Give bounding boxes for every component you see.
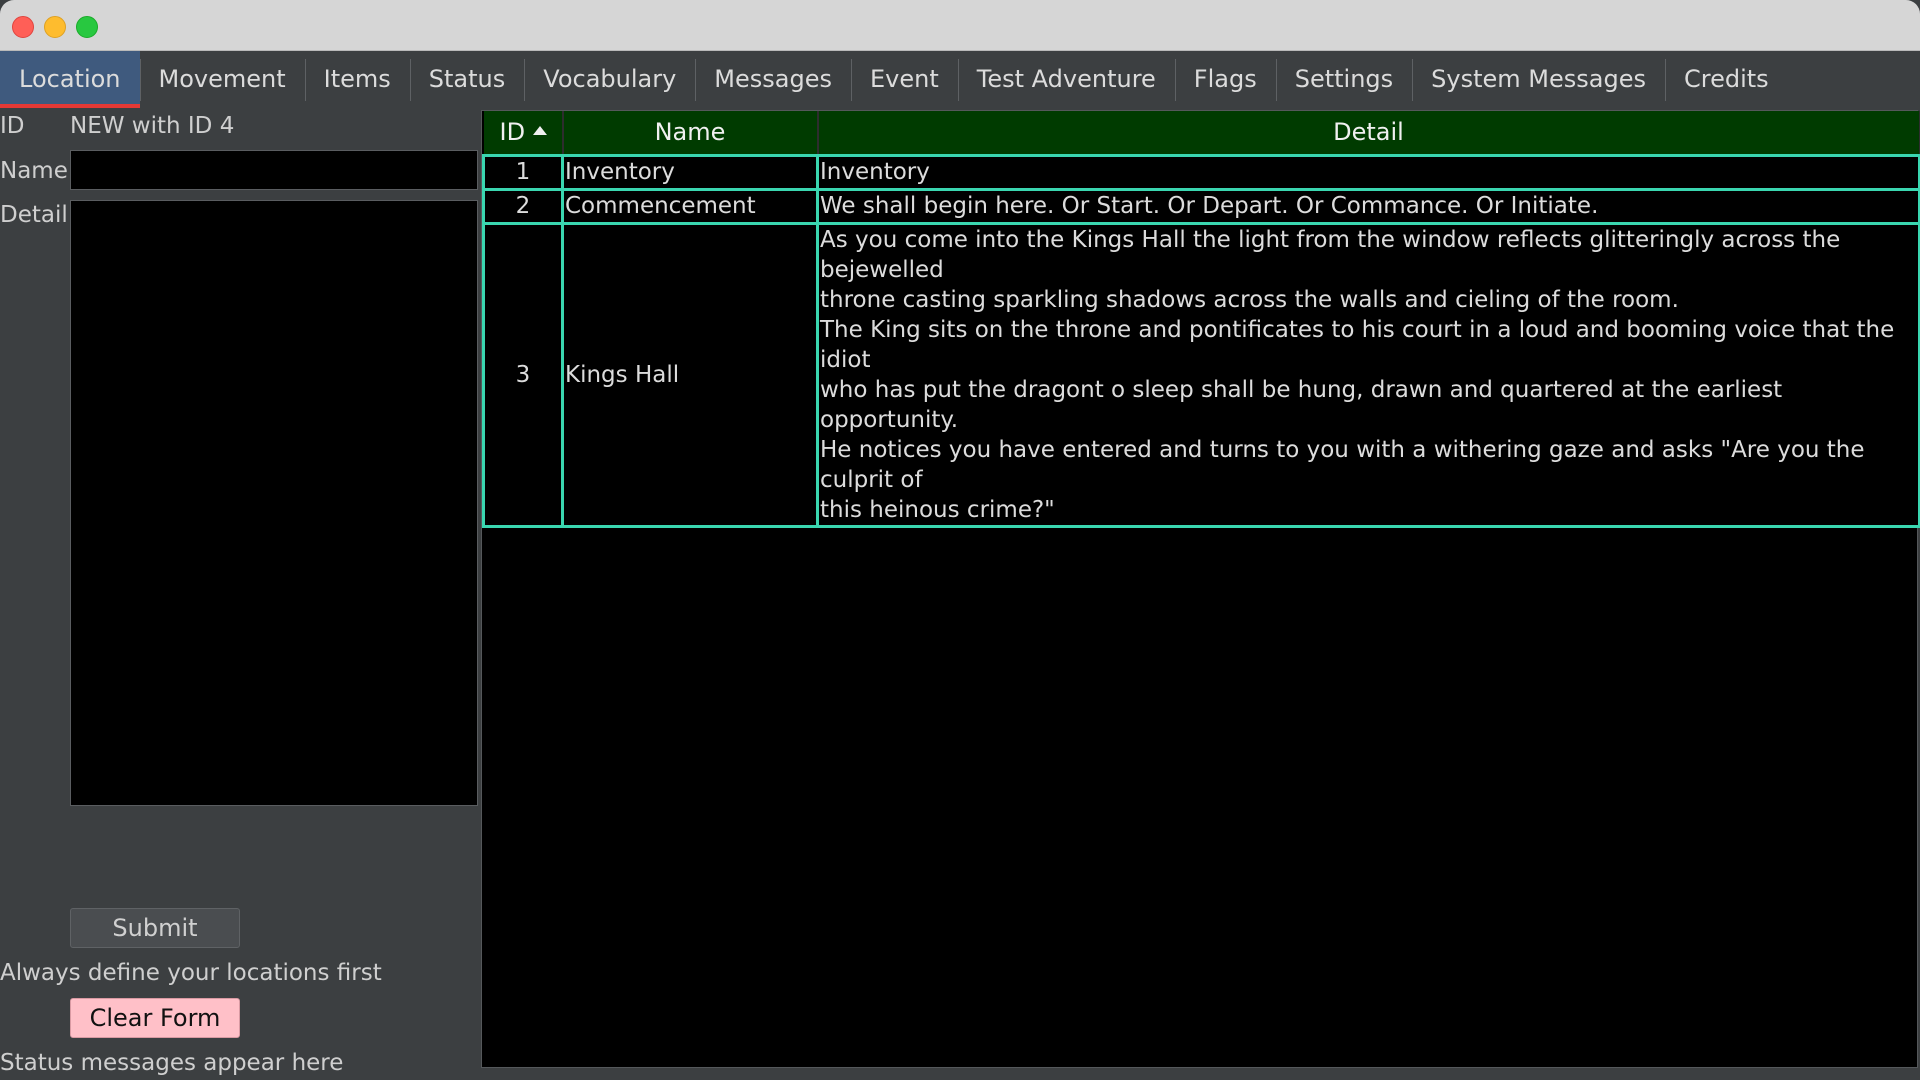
app-window: Location Movement Items Status Vocabular… [0,0,1920,1080]
tab-status[interactable]: Status [410,51,524,108]
tab-messages[interactable]: Messages [695,51,851,108]
close-window-button[interactable] [12,16,34,38]
tab-settings[interactable]: Settings [1276,51,1412,108]
table-header-row: ID Name Detail [484,111,1920,155]
title-bar [0,0,1920,51]
cell-detail: Inventory [818,155,1920,189]
id-label: ID [0,113,25,139]
detail-line: who has put the dragont o sleep shall be… [820,375,1917,435]
status-message: Status messages appear here [0,1050,343,1076]
cell-id: 2 [484,189,563,223]
tab-flags[interactable]: Flags [1175,51,1276,108]
locations-table-container[interactable]: ID Name Detail 1 Inventory Inventory 2 C… [481,110,1918,1068]
tab-event[interactable]: Event [851,51,958,108]
detail-line: We shall begin here. Or Start. Or Depart… [820,191,1917,221]
detail-line: this heinous crime?" [820,495,1917,525]
column-header-id-label: ID [500,118,526,146]
tab-bar: Location Movement Items Status Vocabular… [0,51,1788,108]
cell-id: 1 [484,155,563,189]
detail-label: Detail [0,202,68,228]
hint-text: Always define your locations first [0,960,382,986]
sort-ascending-icon [533,126,547,135]
tab-test-adventure[interactable]: Test Adventure [958,51,1175,108]
column-header-id[interactable]: ID [484,111,563,155]
clear-form-button[interactable]: Clear Form [70,998,240,1038]
tab-system-messages[interactable]: System Messages [1412,51,1665,108]
table-row[interactable]: 1 Inventory Inventory [484,155,1920,189]
locations-table: ID Name Detail 1 Inventory Inventory 2 C… [482,111,1920,528]
detail-line: Inventory [820,157,1917,187]
cell-name: Kings Hall [563,223,818,526]
cell-detail: We shall begin here. Or Start. Or Depart… [818,189,1920,223]
cell-detail: As you come into the Kings Hall the ligh… [818,223,1920,526]
tab-items[interactable]: Items [305,51,410,108]
tab-credits[interactable]: Credits [1665,51,1788,108]
cell-id: 3 [484,223,563,526]
detail-line: He notices you have entered and turns to… [820,435,1917,495]
name-label: Name [0,158,68,184]
name-input[interactable] [70,150,478,190]
column-header-detail[interactable]: Detail [818,111,1920,155]
tab-vocabulary[interactable]: Vocabulary [524,51,695,108]
table-row[interactable]: 2 Commencement We shall begin here. Or S… [484,189,1920,223]
id-value: NEW with ID 4 [70,113,234,139]
tab-movement[interactable]: Movement [140,51,305,108]
detail-line: The King sits on the throne and pontific… [820,315,1917,375]
location-form: ID NEW with ID 4 Name Detail Submit Alwa… [0,108,480,1080]
detail-textarea[interactable] [70,200,478,806]
cell-name: Commencement [563,189,818,223]
cell-name: Inventory [563,155,818,189]
submit-button[interactable]: Submit [70,908,240,948]
column-header-name[interactable]: Name [563,111,818,155]
table-row[interactable]: 3 Kings Hall As you come into the Kings … [484,223,1920,526]
tab-location[interactable]: Location [0,51,140,108]
detail-line: throne casting sparkling shadows across … [820,285,1917,315]
detail-line: As you come into the Kings Hall the ligh… [820,225,1917,285]
minimize-window-button[interactable] [44,16,66,38]
zoom-window-button[interactable] [76,16,98,38]
